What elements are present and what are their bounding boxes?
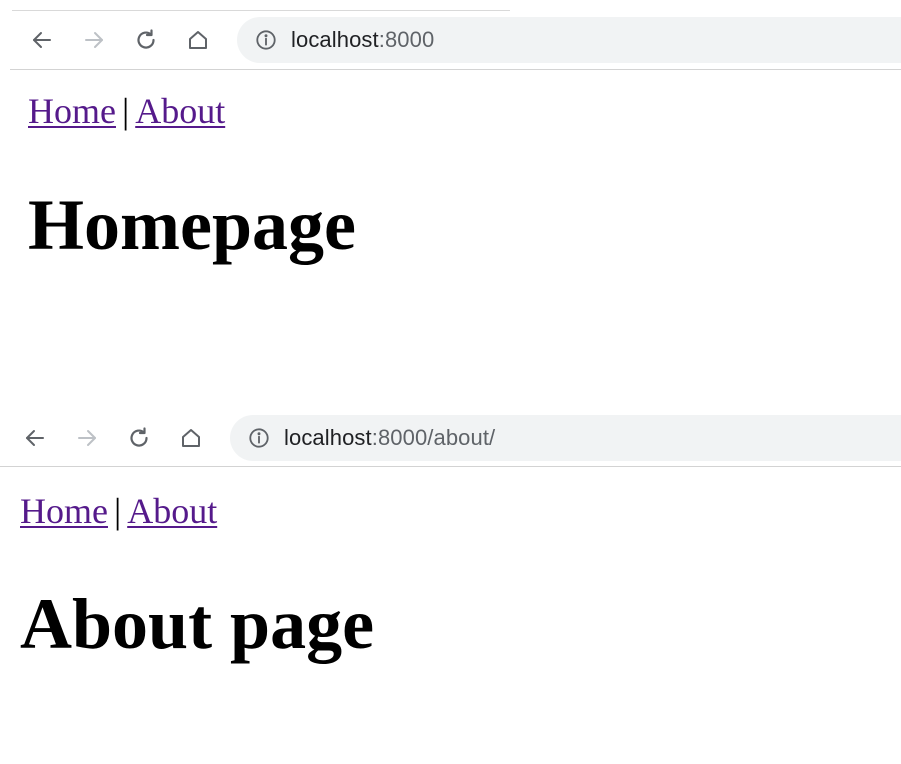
site-nav: Home | About: [28, 88, 356, 134]
nav-separator: |: [121, 91, 130, 131]
info-icon[interactable]: [255, 29, 277, 51]
forward-arrow-icon: [78, 430, 96, 446]
page-content: Home | About Homepage: [28, 88, 356, 265]
reload-button[interactable]: [129, 23, 163, 57]
info-icon[interactable]: [248, 427, 270, 449]
home-button[interactable]: [181, 23, 215, 57]
reload-icon: [130, 427, 148, 447]
about-link[interactable]: About: [127, 491, 217, 531]
browser-window-homepage: localhost:8000 Home | About Homepage: [0, 0, 901, 400]
back-arrow-icon: [26, 430, 44, 446]
reload-icon: [137, 29, 155, 49]
url-text: localhost:8000: [291, 27, 434, 53]
home-icon: [189, 31, 207, 49]
url-text: localhost:8000/about/: [284, 425, 495, 451]
browser-toolbar: localhost:8000/about/: [0, 408, 901, 468]
url-path: :8000: [378, 27, 435, 52]
toolbar-divider: [0, 466, 901, 467]
home-icon: [182, 429, 200, 447]
nav-separator: |: [113, 491, 122, 531]
about-link[interactable]: About: [135, 91, 225, 131]
home-link[interactable]: Home: [28, 91, 116, 131]
forward-button[interactable]: [77, 23, 111, 57]
home-button[interactable]: [174, 421, 208, 455]
forward-button[interactable]: [70, 421, 104, 455]
toolbar-divider: [10, 69, 901, 70]
site-nav: Home | About: [20, 488, 374, 534]
back-button[interactable]: [25, 23, 59, 57]
address-bar[interactable]: localhost:8000: [237, 17, 901, 63]
browser-window-about: localhost:8000/about/ Home | About About p…: [0, 400, 901, 764]
home-link[interactable]: Home: [20, 491, 108, 531]
back-arrow-icon: [33, 32, 51, 48]
page-title: Homepage: [28, 185, 356, 265]
page-content: Home | About About page: [20, 488, 374, 664]
back-button[interactable]: [18, 421, 52, 455]
address-bar[interactable]: localhost:8000/about/: [230, 415, 901, 461]
page-title: About page: [20, 584, 375, 664]
reload-button[interactable]: [122, 421, 156, 455]
url-host: localhost: [291, 27, 379, 52]
url-host: localhost: [284, 425, 372, 450]
url-path: :8000/about/: [371, 425, 496, 450]
forward-arrow-icon: [85, 32, 103, 48]
browser-toolbar: localhost:8000: [10, 10, 901, 70]
